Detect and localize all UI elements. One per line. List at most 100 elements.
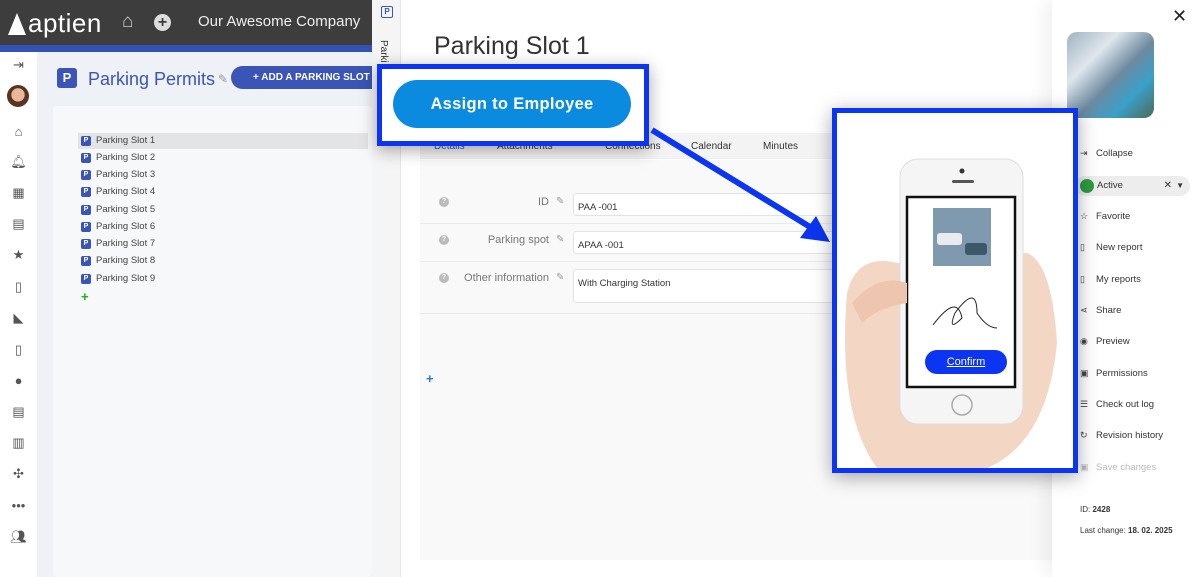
parking-icon: P: [81, 205, 91, 215]
home-icon[interactable]: ⌂: [122, 11, 133, 33]
help-icon[interactable]: ?: [439, 235, 449, 245]
report-icon: ▯: [1080, 274, 1085, 284]
dog-icon[interactable]: ◣: [0, 310, 37, 326]
person-icon[interactable]: ●: [0, 373, 37, 388]
item-label: Parking Slot 7: [96, 238, 156, 249]
clear-icon[interactable]: ✕: [1164, 176, 1172, 196]
item-label: Parking Slot 2: [96, 152, 156, 163]
report-icon[interactable]: ▯: [0, 342, 37, 358]
sidebar-item-save-changes[interactable]: ▣ Save changes: [1080, 462, 1156, 473]
item-label: Parking Slot 1: [96, 135, 156, 146]
library-icon[interactable]: ▥: [0, 435, 37, 451]
list-item[interactable]: P Parking Slot 6: [78, 219, 368, 235]
list-item[interactable]: P Parking Slot 4: [78, 184, 368, 200]
plus-circle-icon[interactable]: +: [154, 14, 171, 31]
id-value: 2428: [1092, 505, 1111, 514]
field-label-other-information: Other information: [464, 272, 549, 284]
parking-icon: P: [81, 274, 91, 284]
list-item[interactable]: P Parking Slot 1: [78, 133, 368, 149]
item-label: Parking Slot 3: [96, 169, 156, 180]
grid-icon[interactable]: •••: [0, 498, 37, 513]
team-icon[interactable]: 👥︎: [0, 529, 37, 545]
expand-arrow-icon[interactable]: ⇥: [0, 57, 37, 73]
page-title: Parking Permits: [88, 69, 216, 89]
assign-to-employee-button[interactable]: Assign to Employee: [393, 80, 631, 128]
list-item[interactable]: P Parking Slot 2: [78, 150, 368, 166]
parking-icon: P: [81, 222, 91, 232]
sidebar-item-permissions[interactable]: ▣ Permissions: [1080, 368, 1148, 379]
item-label: Parking Slot 5: [96, 204, 156, 215]
parking-icon: P: [81, 136, 91, 146]
record-image[interactable]: [1067, 32, 1154, 118]
eye-icon: ◉: [1080, 336, 1088, 346]
document-icon[interactable]: ▯: [0, 279, 37, 295]
logo-text: aptien: [28, 8, 102, 38]
pencil-icon[interactable]: ✎: [556, 272, 564, 283]
sidebar-item-preview[interactable]: ◉ Preview: [1080, 336, 1130, 347]
clipboard-icon[interactable]: ▤: [0, 216, 37, 232]
other-information-field[interactable]: With Charging Station: [573, 269, 873, 303]
item-label: Save changes: [1096, 462, 1157, 473]
field-label-parking-spot: Parking spot: [487, 234, 549, 246]
help-icon[interactable]: ?: [439, 197, 449, 207]
chevron-down-icon[interactable]: ▼: [1176, 176, 1184, 196]
calendar-icon[interactable]: ▦: [0, 185, 37, 201]
company-name[interactable]: Our Awesome Company: [198, 13, 360, 30]
list-item[interactable]: P Parking Slot 8: [78, 253, 368, 269]
network-icon[interactable]: ✣: [0, 466, 37, 482]
sidebar-item-check-out-log[interactable]: ☰ Check out log: [1080, 399, 1154, 410]
item-label: Parking Slot 9: [96, 273, 156, 284]
accent-strip: [0, 45, 372, 52]
status-label: Active: [1097, 180, 1123, 191]
sidebar-item-new-report[interactable]: ▯ New report: [1080, 242, 1142, 253]
star-icon[interactable]: ★: [0, 247, 37, 263]
pencil-icon[interactable]: ✎: [218, 72, 228, 86]
panel-strip-label: Parki: [378, 40, 389, 63]
history-icon: ↻: [1080, 430, 1088, 440]
list-item[interactable]: P Parking Slot 5: [78, 202, 368, 218]
confirm-button[interactable]: Confirm: [925, 350, 1007, 374]
home-icon[interactable]: ⌂: [0, 124, 37, 139]
add-field-icon[interactable]: +: [426, 371, 434, 386]
pencil-icon[interactable]: ✎: [556, 234, 564, 245]
sidebar-item-share[interactable]: ⋖ Share: [1080, 305, 1121, 316]
item-label: Preview: [1096, 336, 1130, 347]
item-label: Favorite: [1096, 211, 1131, 222]
parking-icon: P: [81, 187, 91, 197]
checkout-icon: ☰: [1080, 399, 1089, 409]
list-item[interactable]: P Parking Slot 7: [78, 236, 368, 252]
close-icon[interactable]: ✕: [1172, 6, 1187, 27]
list-item[interactable]: P Parking Slot 9: [78, 271, 368, 287]
divider: [420, 313, 870, 314]
item-label: Permissions: [1096, 368, 1148, 379]
star-icon: ☆: [1080, 211, 1089, 221]
clipboard-list-icon[interactable]: ▤: [0, 404, 37, 420]
parking-icon: P: [81, 239, 91, 249]
parking-icon: P: [381, 6, 393, 18]
permissions-icon: ▣: [1080, 368, 1089, 378]
pencil-icon[interactable]: ✎: [556, 196, 564, 207]
id-label: ID:: [1080, 505, 1091, 514]
sidebar-item-revision-history[interactable]: ↻ Revision history: [1080, 430, 1163, 441]
avatar[interactable]: [7, 85, 29, 107]
item-label: New report: [1096, 242, 1143, 253]
help-icon[interactable]: ?: [439, 273, 449, 283]
item-label: Check out log: [1096, 399, 1155, 410]
record-id: ID: 2428: [1080, 505, 1110, 514]
share-icon: ⋖: [1080, 305, 1088, 315]
field-label-id: ID: [538, 196, 549, 208]
sidebar-item-collapse[interactable]: ⇥ Collapse: [1080, 148, 1133, 159]
add-parking-slot-button[interactable]: + ADD A PARKING SLOT: [231, 66, 391, 89]
logo[interactable]: aptien: [8, 8, 102, 39]
sidebar-item-favorite[interactable]: ☆ Favorite: [1080, 211, 1130, 222]
record-title: Parking Slot 1: [434, 32, 590, 60]
parking-icon: P: [81, 170, 91, 180]
list-item[interactable]: P Parking Slot 3: [78, 167, 368, 183]
sidebar-item-my-reports[interactable]: ▯ My reports: [1080, 274, 1141, 285]
collapse-icon: ⇥: [1080, 148, 1088, 158]
bell-icon[interactable]: 🔔︎: [0, 154, 37, 170]
item-label: Parking Slot 6: [96, 221, 156, 232]
status-select[interactable]: Active ✕ ▼: [1075, 176, 1190, 196]
add-slot-icon[interactable]: +: [81, 289, 89, 304]
item-label: Share: [1096, 305, 1122, 316]
